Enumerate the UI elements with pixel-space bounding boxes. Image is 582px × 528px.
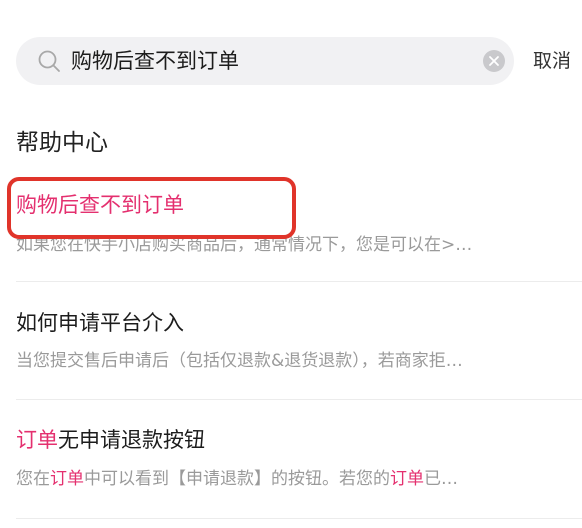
result-item[interactable]: 购物后查不到订单 如果您在快手小店购买商品后，通常情况下，您是可以在>… <box>0 190 582 280</box>
divider <box>16 518 582 519</box>
result-item[interactable]: 订单无申请退款按钮 您在订单中可以看到【申请退款】的按钮。若您的订单已… <box>0 425 582 515</box>
result-title-rest: 无申请退款按钮 <box>58 428 205 452</box>
section-title: 帮助中心 <box>16 130 108 156</box>
snippet-highlight: 订单 <box>50 469 84 489</box>
result-title: 订单无申请退款按钮 <box>16 425 205 455</box>
search-input[interactable]: 购物后查不到订单 <box>71 37 239 85</box>
result-snippet: 您在订单中可以看到【申请退款】的按钮。若您的订单已… <box>16 466 568 492</box>
result-snippet: 如果您在快手小店购买商品后，通常情况下，您是可以在>… <box>16 235 473 255</box>
result-item[interactable]: 如何申请平台介入 当您提交售后申请后（包括仅退款&退货退款），若商家拒… <box>0 308 582 398</box>
cancel-button[interactable]: 取消 <box>533 37 571 85</box>
result-snippet: 当您提交售后申请后（包括仅退款&退货退款），若商家拒… <box>16 351 463 371</box>
snippet-part: 中可以看到【申请退款】的按钮。若您的 <box>84 469 390 489</box>
search-icon <box>38 50 60 72</box>
divider <box>16 399 582 400</box>
result-title: 购物后查不到订单 <box>16 193 184 217</box>
result-title: 如何申请平台介入 <box>16 311 184 335</box>
search-bar[interactable]: 购物后查不到订单 <box>16 37 514 85</box>
result-title-highlight: 订单 <box>16 428 58 452</box>
divider <box>16 281 582 282</box>
snippet-part: 已… <box>424 469 458 489</box>
clear-icon[interactable] <box>483 50 505 72</box>
help-search-page: 购物后查不到订单 取消 帮助中心 购物后查不到订单 如果您在快手小店购买商品后，… <box>0 0 582 528</box>
snippet-highlight: 订单 <box>390 469 424 489</box>
snippet-part: 您在 <box>16 469 50 489</box>
